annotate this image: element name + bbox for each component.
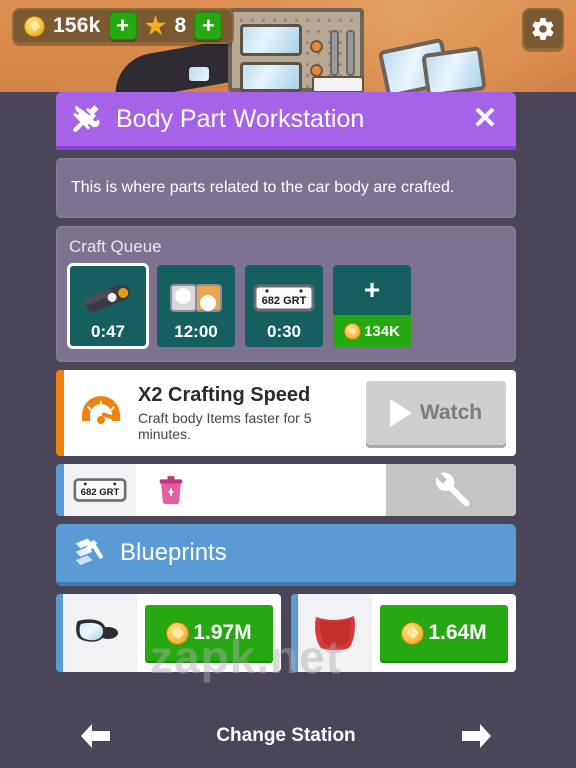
- crafting-speed-boost-card: X2 Crafting Speed Craft body Items faste…: [56, 370, 516, 456]
- blueprint-icon: [75, 538, 103, 565]
- background-wrench-2: [346, 30, 355, 76]
- watch-button-label: Watch: [419, 401, 483, 424]
- blueprint-2-price-wrap: 1.64M: [372, 605, 516, 661]
- boost-text-block: X2 Crafting Speed Craft body Items faste…: [138, 384, 366, 442]
- hammer-wrench-icon: [73, 105, 100, 132]
- svg-text:682 GRT: 682 GRT: [262, 295, 307, 307]
- background-window-pane-1: [240, 24, 302, 56]
- page-title: Body Part Workstation: [116, 104, 365, 133]
- recycle-bin-icon[interactable]: [154, 473, 188, 507]
- gear-icon: [532, 18, 554, 40]
- license-plate-icon: 682 GRT: [73, 478, 127, 502]
- background-fender: [109, 39, 235, 92]
- boost-subtitle: Craft body Items faster for 5 minutes.: [138, 410, 312, 442]
- change-station-label: Change Station: [216, 725, 356, 746]
- blueprint-2-price-label: 1.64M: [428, 621, 487, 644]
- blueprint-2-buy-button[interactable]: 1.64M: [380, 605, 508, 661]
- add-slot-price-label: 134K: [364, 322, 400, 340]
- blueprint-card-2[interactable]: 1.64M: [291, 594, 516, 672]
- coin-balance: 156k: [53, 14, 101, 37]
- craft-queue-panel: Craft Queue 0:47 12:00 682 GRT 0:30 + 13…: [56, 226, 516, 362]
- add-slot-plus-icon: +: [333, 265, 411, 315]
- queue-slot-2[interactable]: 12:00: [157, 265, 235, 347]
- blueprints-title: Blueprints: [120, 539, 227, 566]
- crafted-items-row: 682 GRT: [56, 464, 516, 516]
- add-slot-price: 134K: [333, 315, 411, 347]
- blueprint-1-price-label: 1.97M: [193, 621, 252, 644]
- background-pegboard: [228, 8, 364, 92]
- add-stars-button[interactable]: +: [194, 12, 223, 40]
- settings-button[interactable]: [522, 8, 564, 50]
- speedometer-icon: [64, 388, 138, 438]
- blueprint-1-price-wrap: 1.97M: [137, 605, 281, 661]
- queue-slot-2-timer: 12:00: [174, 322, 218, 341]
- craft-queue-label: Craft Queue: [69, 237, 162, 256]
- blueprint-1-icon-box: [63, 594, 137, 672]
- blueprints-grid: 1.97M 1.64M: [56, 594, 516, 672]
- queue-slot-1-timer: 0:47: [90, 322, 126, 341]
- description-text: This is where parts related to the car b…: [71, 179, 455, 196]
- side-mirror-icon: [76, 619, 118, 642]
- queue-slot-3-timer: 0:30: [266, 322, 302, 341]
- background-mirror: [186, 64, 212, 84]
- play-icon: [389, 399, 412, 427]
- coin-icon: [401, 621, 425, 645]
- blueprint-2-icon-box: [298, 594, 372, 672]
- wrench-icon: [435, 472, 470, 507]
- svg-text:682 GRT: 682 GRT: [81, 487, 120, 498]
- queue-slot-3[interactable]: 682 GRT 0:30: [245, 265, 323, 347]
- crafted-row-action-button[interactable]: [386, 464, 516, 516]
- blueprint-card-1[interactable]: 1.97M: [56, 594, 281, 672]
- close-icon[interactable]: ✕: [468, 102, 502, 136]
- add-queue-slot-button[interactable]: + 134K: [333, 265, 411, 347]
- star-balance: 8: [174, 14, 187, 37]
- headlight-part-icon: [157, 273, 235, 323]
- modal-header: Body Part Workstation ✕: [56, 92, 516, 150]
- background-glass-panel-2: [421, 46, 487, 92]
- background-knob-1: [310, 40, 323, 53]
- blueprint-1-buy-button[interactable]: 1.97M: [145, 605, 273, 661]
- coin-icon: [24, 15, 45, 37]
- add-coins-button[interactable]: +: [108, 12, 137, 40]
- coin-icon: [166, 621, 190, 645]
- star-icon: [144, 15, 167, 36]
- currency-hud: 156k + 8 +: [12, 8, 235, 44]
- craft-queue-row: 0:47 12:00 682 GRT 0:30 + 134K: [67, 263, 503, 349]
- change-station-footer: Change Station: [56, 710, 516, 762]
- background-window-pane-2: [240, 62, 302, 92]
- arrow-left-icon[interactable]: [78, 721, 114, 751]
- red-body-panel-icon: [315, 616, 355, 651]
- blueprints-header[interactable]: Blueprints: [56, 524, 516, 586]
- car-handle-part-icon: [69, 273, 147, 323]
- queue-slot-1[interactable]: 0:47: [67, 263, 149, 349]
- license-plate-icon: 682 GRT: [245, 273, 323, 323]
- background-license-plate: [312, 76, 364, 92]
- boost-title: X2 Crafting Speed: [138, 384, 311, 406]
- coin-icon: [344, 322, 362, 340]
- background-wrench-1: [330, 30, 339, 76]
- description-panel: This is where parts related to the car b…: [56, 158, 516, 218]
- workstation-modal: Body Part Workstation ✕ This is where pa…: [56, 92, 516, 672]
- arrow-right-icon[interactable]: [458, 721, 494, 751]
- crafted-row-middle: [136, 473, 386, 507]
- watch-ad-button[interactable]: Watch: [366, 381, 506, 445]
- crafted-item-icon-box: 682 GRT: [64, 464, 136, 516]
